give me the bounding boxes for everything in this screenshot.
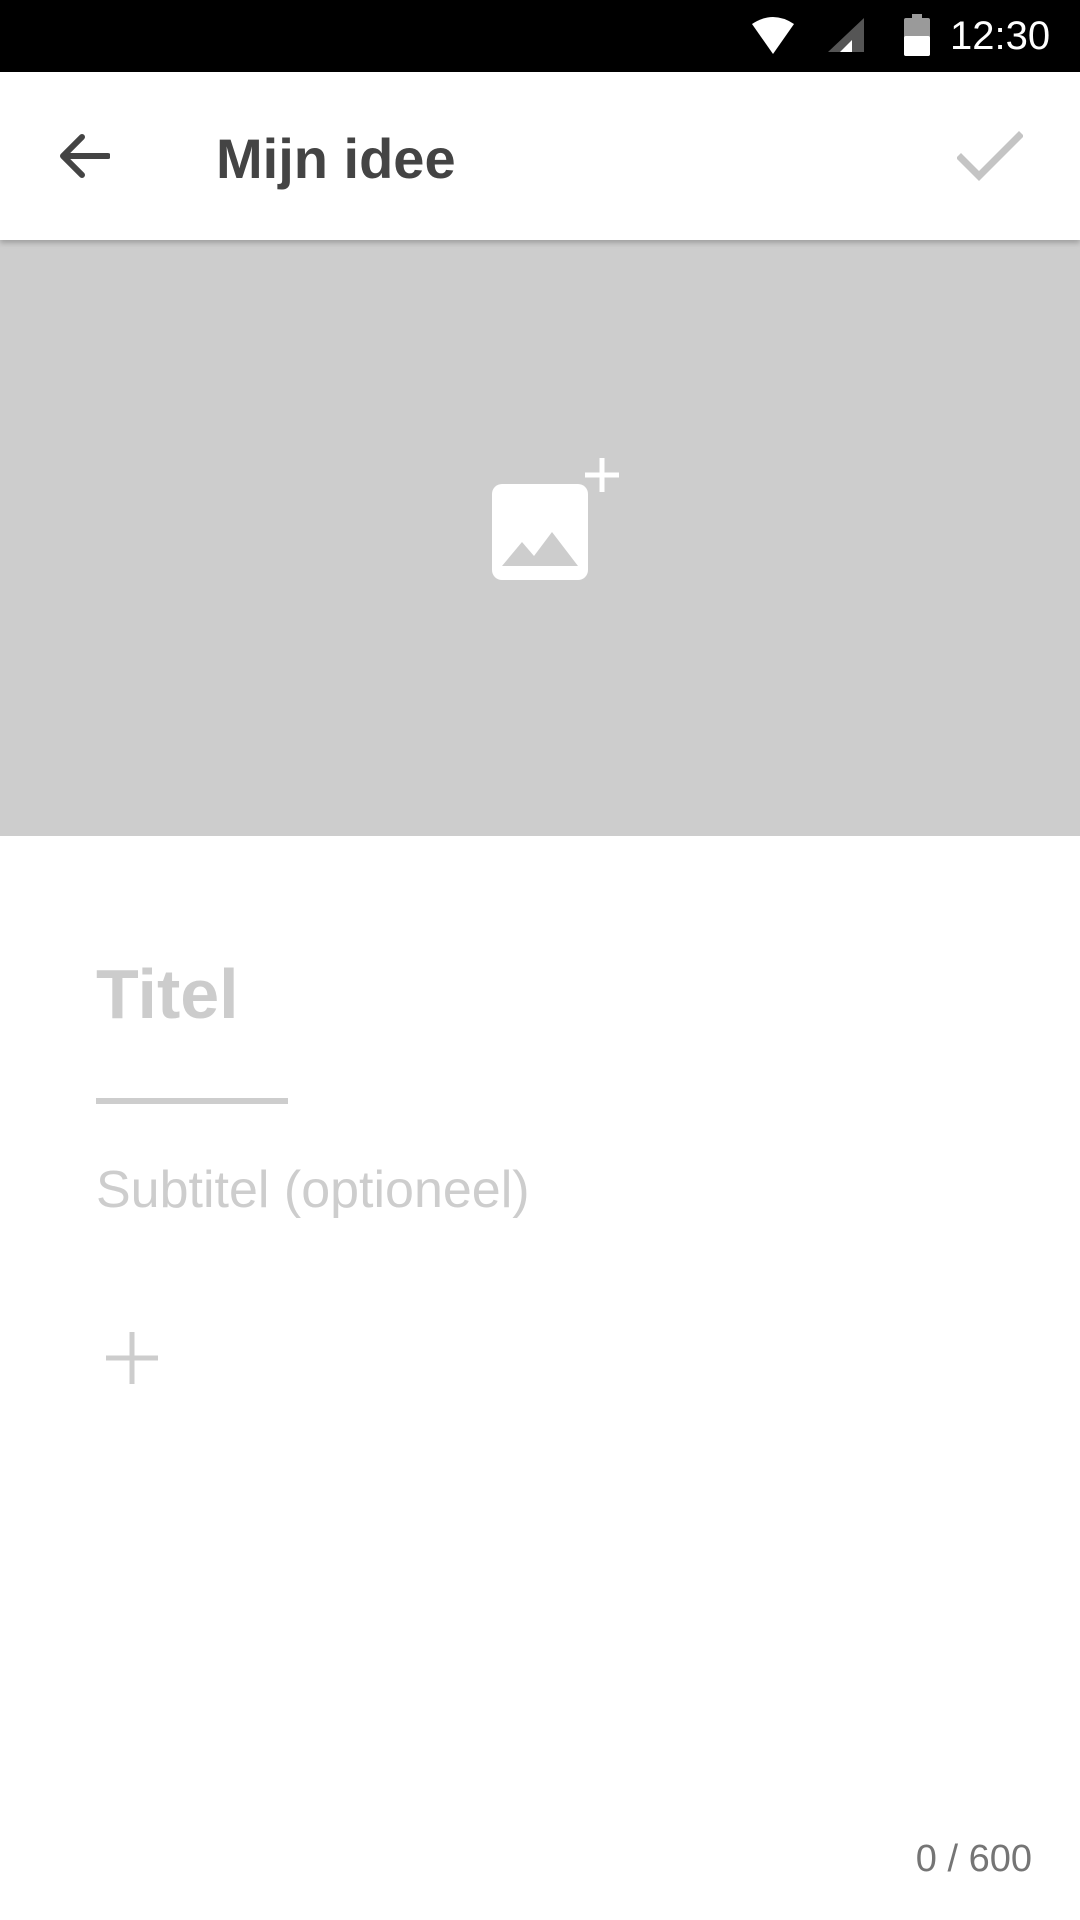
- cell-signal-icon: [828, 18, 864, 52]
- title-input[interactable]: Titel: [96, 950, 696, 1038]
- done-button[interactable]: [950, 116, 1030, 196]
- subtitle-input[interactable]: Subtitel (optioneel): [96, 1158, 796, 1222]
- add-content-button[interactable]: [100, 1326, 164, 1390]
- status-clock: 12:30: [950, 14, 1051, 58]
- arrow-back-icon: [60, 134, 110, 178]
- battery-icon: [904, 14, 930, 56]
- plus-icon: [106, 1332, 158, 1384]
- status-bar: 12:30: [0, 0, 1080, 72]
- page-title: Mijn idee: [216, 127, 456, 190]
- title-underline: [96, 1098, 288, 1104]
- check-icon: [957, 131, 1023, 181]
- header-image-picker[interactable]: [0, 240, 1080, 836]
- app-bar: Mijn idee: [0, 72, 1080, 240]
- wifi-icon: [752, 17, 794, 54]
- add-photo-icon: [492, 458, 619, 580]
- character-counter: 0 / 600: [915, 1838, 1032, 1880]
- back-button[interactable]: [46, 118, 122, 194]
- screen: 12:30 Mijn idee Titel Subtitel (optionee…: [0, 0, 1080, 1920]
